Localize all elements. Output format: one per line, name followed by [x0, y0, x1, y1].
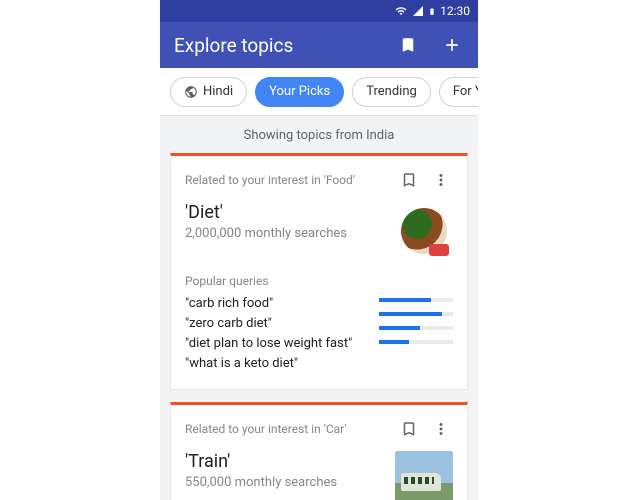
add-button[interactable]	[440, 33, 464, 57]
status-time: 12:30	[440, 4, 470, 18]
bookmark-outline-icon	[400, 420, 418, 438]
bookmark-outline-icon	[400, 171, 418, 189]
query-item: "what is a keto diet"	[185, 354, 369, 374]
query-item: "zero carb diet"	[185, 314, 369, 334]
topic-thumbnail	[395, 202, 453, 260]
query-item: "diet plan to lose weight fast"	[185, 334, 369, 354]
card-more-button[interactable]	[429, 168, 453, 192]
battery-icon	[428, 5, 436, 18]
chip-for-you[interactable]: For You	[439, 77, 478, 107]
popular-queries-label: Popular queries	[185, 274, 453, 288]
chip-trending[interactable]: Trending	[352, 77, 431, 107]
app-bar: Explore topics	[160, 22, 478, 68]
topic-card[interactable]: Related to your interest in 'Car' 'Train…	[170, 402, 468, 500]
query-bar	[379, 340, 453, 344]
chip-hindi[interactable]: Hindi	[170, 77, 247, 107]
topic-thumbnail	[395, 451, 453, 500]
subtitle: Showing topics from India	[160, 116, 478, 153]
topic-card[interactable]: Related to your interest in 'Food' 'Diet…	[170, 153, 468, 390]
query-list: "carb rich food" "zero carb diet" "diet …	[185, 294, 369, 375]
query-item: "carb rich food"	[185, 294, 369, 314]
chip-label: Hindi	[203, 84, 233, 99]
bookmark-button[interactable]	[396, 33, 420, 57]
cards-list: Related to your interest in 'Food' 'Diet…	[160, 153, 478, 500]
page-title: Explore topics	[174, 34, 376, 57]
query-bar	[379, 312, 453, 316]
chip-label: Trending	[366, 84, 417, 99]
related-label: Related to your interest in 'Car'	[185, 422, 389, 436]
query-bar	[379, 326, 453, 330]
chip-your-picks[interactable]: Your Picks	[255, 77, 344, 107]
chip-label: Your Picks	[269, 84, 330, 99]
filter-chips: Hindi Your Picks Trending For You	[160, 68, 478, 116]
topic-searches: 550,000 monthly searches	[185, 475, 385, 490]
status-bar: 12:30	[160, 0, 478, 22]
topic-title: 'Train'	[185, 451, 385, 472]
signal-icon	[412, 5, 424, 17]
query-bar	[379, 298, 453, 302]
card-bookmark-button[interactable]	[397, 417, 421, 441]
card-more-button[interactable]	[429, 417, 453, 441]
bookmark-icon	[399, 36, 417, 54]
card-bookmark-button[interactable]	[397, 168, 421, 192]
chip-label: For You	[453, 84, 478, 99]
plus-icon	[442, 35, 462, 55]
topic-title: 'Diet'	[185, 202, 385, 223]
more-vert-icon	[432, 420, 450, 438]
globe-icon	[184, 85, 198, 99]
related-label: Related to your interest in 'Food'	[185, 173, 389, 187]
phone-screen: 12:30 Explore topics Hindi Your Picks Tr…	[160, 0, 478, 500]
wifi-icon	[394, 5, 408, 17]
topic-searches: 2,000,000 monthly searches	[185, 226, 385, 241]
query-bars	[379, 294, 453, 375]
more-vert-icon	[432, 171, 450, 189]
